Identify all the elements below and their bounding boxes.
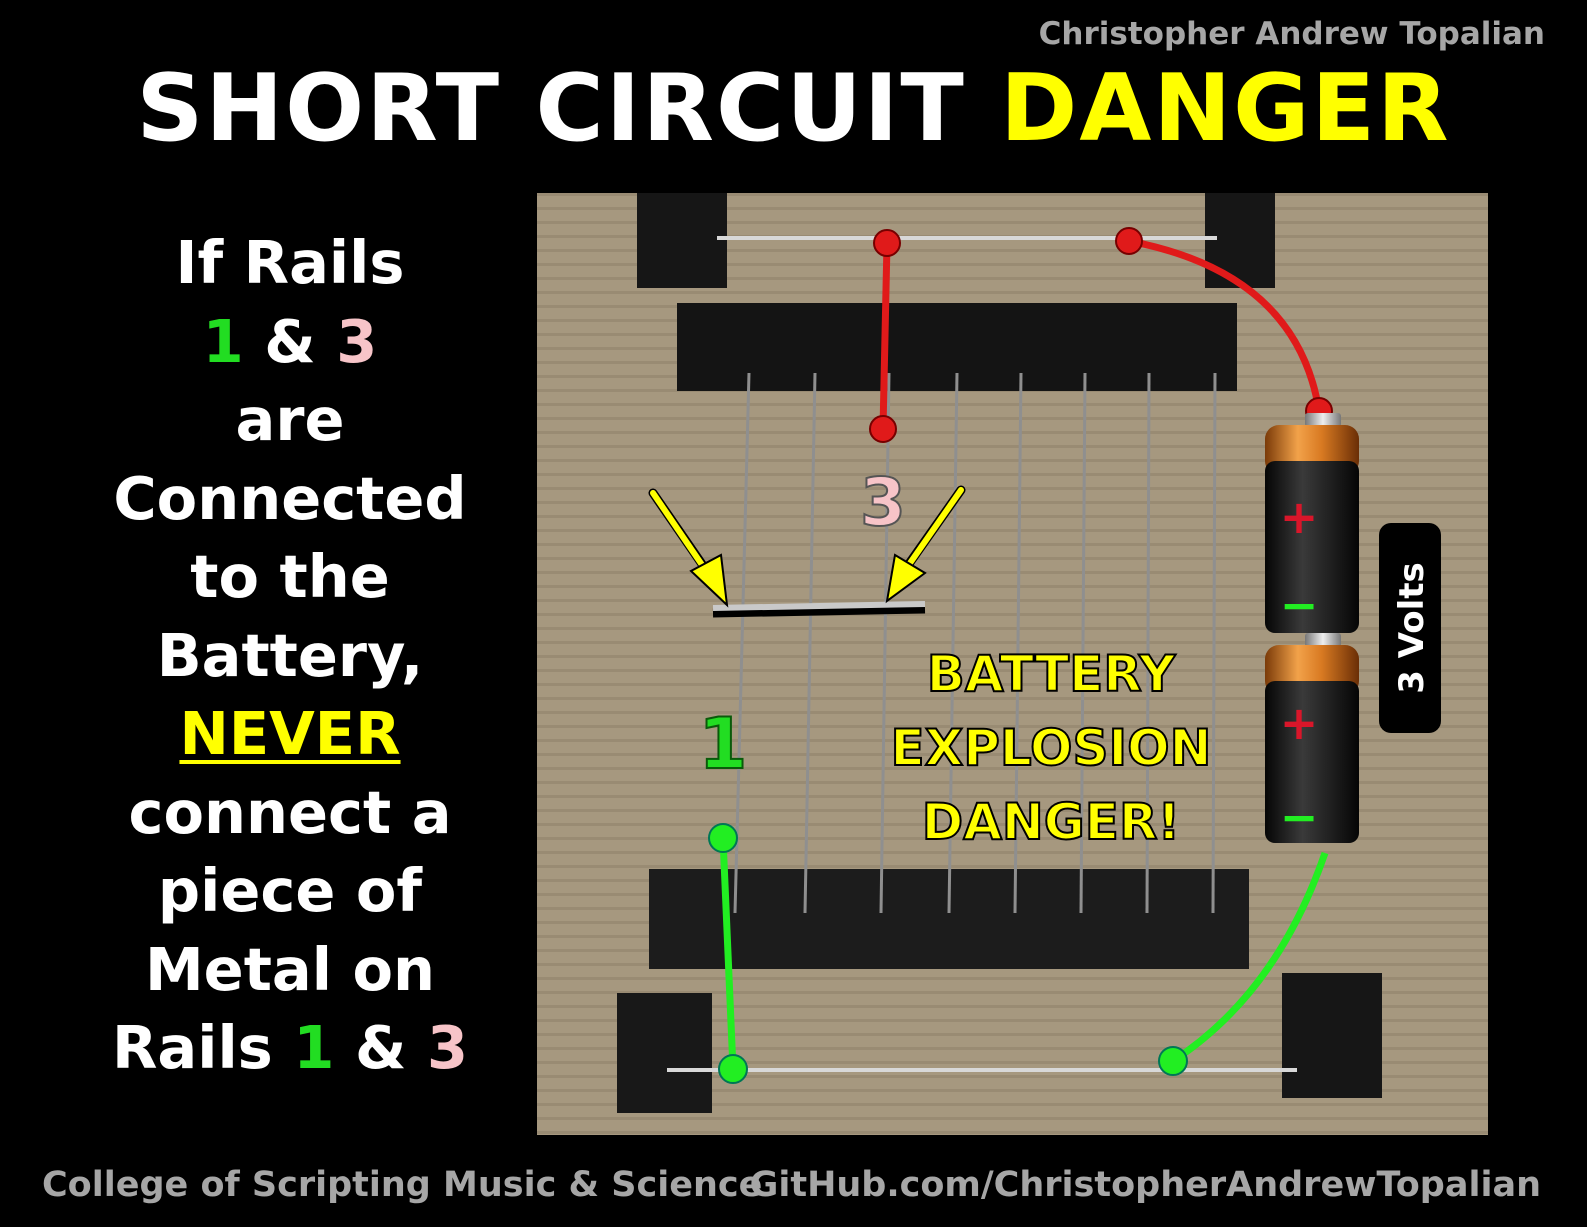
explosion-warning: BATTERY EXPLOSION DANGER! <box>890 644 1213 852</box>
side-line-2: 1 & 3 <box>60 303 520 382</box>
tape-top-left <box>637 193 727 288</box>
side-line-7: NEVER <box>60 695 520 774</box>
never-emphasis: NEVER <box>179 699 401 768</box>
rail-3-ref: 3 <box>336 306 378 376</box>
amp: & <box>243 306 337 376</box>
battery-bottom-icon: + − <box>1265 633 1359 844</box>
battery-bottom-plus: + <box>1280 696 1319 750</box>
footer-github: GitHub.com/ChristopherAndrewTopalian <box>749 1165 1541 1205</box>
rail-3-label: 3 <box>860 464 906 541</box>
rails-word: Rails <box>111 1013 294 1082</box>
side-line-4: Connected <box>113 463 467 533</box>
battery-top-minus: − <box>1280 578 1319 632</box>
warning-line-2: EXPLOSION <box>891 719 1212 777</box>
rail-3-ref-2: 3 <box>426 1013 469 1082</box>
side-line-1: If Rails <box>175 228 405 297</box>
battery-bottom-minus: − <box>1280 790 1319 844</box>
red-wire-rail3 <box>879 242 891 430</box>
rail-1-ref: 1 <box>202 306 244 376</box>
tape-bottom-left <box>617 993 712 1113</box>
circuit-photo: + − + − 3 Volts 3 1 BATTERY EXPLOSION DA… <box>537 193 1488 1135</box>
volts-label: 3 Volts <box>1392 562 1432 693</box>
title-danger: DANGER <box>1000 54 1451 162</box>
battery-top-icon: + − <box>1265 413 1359 633</box>
tape-bottom-right <box>1282 973 1382 1098</box>
side-line-11: Rails 1 & 3 <box>60 1009 520 1088</box>
title-part1: SHORT CIRCUIT <box>136 54 1001 162</box>
rail-1-ref-2: 1 <box>293 1013 335 1082</box>
tape-top-right <box>1205 193 1275 288</box>
rail-1-label: 1 <box>699 703 748 785</box>
author-credit: Christopher Andrew Topalian <box>1038 16 1545 52</box>
side-line-3: are <box>235 385 345 454</box>
side-line-6: Battery, <box>156 620 424 690</box>
warning-line-3: DANGER! <box>922 793 1181 851</box>
footer-college: College of Scripting Music & Science <box>42 1165 763 1205</box>
side-line-5: to the <box>190 542 390 611</box>
side-line-8: connect a <box>128 777 452 847</box>
battery-top-plus: + <box>1280 490 1319 544</box>
warning-line-1: BATTERY <box>927 645 1176 703</box>
warning-text: If Rails 1 & 3 are Connected to the Batt… <box>60 224 520 1088</box>
side-line-10: Metal on <box>144 934 436 1004</box>
page-title: SHORT CIRCUIT DANGER <box>0 62 1587 155</box>
side-line-9: piece of <box>157 856 423 925</box>
amp-2: & <box>334 1013 427 1082</box>
